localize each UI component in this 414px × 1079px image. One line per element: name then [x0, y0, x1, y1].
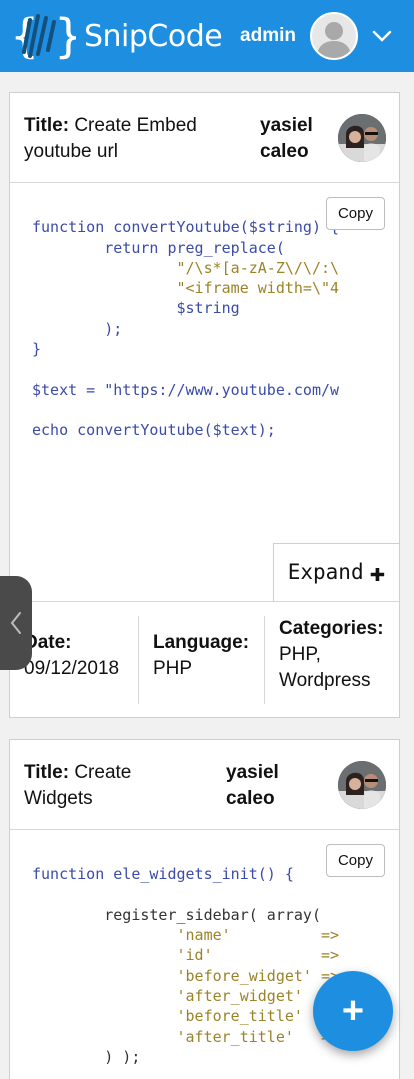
expand-label: Expand — [287, 560, 364, 585]
code-line: return preg_replace( — [32, 238, 285, 257]
code-block[interactable]: function convertYoutube($string) { retur… — [10, 183, 399, 601]
sidebar-toggle[interactable] — [0, 576, 32, 670]
copy-button[interactable]: Copy — [325, 844, 385, 877]
snippet-header: Title: Create Embed youtube url yasiel c… — [10, 93, 399, 183]
code-line: $string — [32, 299, 240, 318]
user-menu[interactable]: admin — [240, 0, 392, 72]
title-label: Title: — [24, 762, 70, 783]
author-avatar[interactable] — [338, 761, 386, 809]
language-value[interactable]: PHP — [153, 658, 192, 679]
snippet-title: Title: Create Embed youtube url — [24, 113, 244, 165]
code-line: } — [32, 340, 42, 359]
categories-value[interactable]: PHP, Wordpress — [279, 644, 371, 691]
code-line: 'id' => — [32, 946, 340, 965]
date-label: Date: — [24, 632, 72, 653]
language-field: Language: PHP — [138, 616, 264, 704]
code-line: "/\s*[a-zA-Z\/\/:\ — [32, 258, 340, 277]
add-snippet-button[interactable]: + — [313, 971, 393, 1051]
code-line: 'name' => — [32, 926, 340, 945]
author-avatar[interactable] — [338, 114, 386, 162]
author-name[interactable]: yasiel caleo — [226, 760, 306, 812]
snipcode-logo-icon: { } — [10, 9, 76, 63]
title-label: Title: — [24, 115, 70, 136]
brand-name: SnipCode — [84, 18, 223, 54]
chevron-down-icon[interactable] — [372, 29, 392, 43]
top-navbar: { } SnipCode admin — [0, 0, 414, 72]
svg-text:}: } — [54, 9, 76, 63]
date-value: 09/12/2018 — [24, 658, 120, 679]
snippet-card: Title: Create Embed youtube url yasiel c… — [9, 92, 400, 718]
username: admin — [240, 25, 296, 46]
copy-button[interactable]: Copy — [325, 197, 385, 230]
code-line: $text = "https://www.youtube.com/w — [32, 380, 340, 399]
code-line: ); — [32, 319, 123, 338]
chevron-left-icon — [10, 612, 21, 634]
expand-button[interactable]: Expand ✚ — [273, 543, 399, 601]
code-line: register_sidebar( array( — [32, 905, 321, 924]
snippet-meta: Date: 09/12/2018 Language: PHP Categorie… — [10, 601, 399, 717]
snippet-header: Title: Create Widgets yasiel caleo — [10, 740, 399, 830]
plus-icon: ✚ — [369, 557, 386, 588]
code-line: "<iframe width=\"4 — [32, 279, 340, 298]
code-line: echo convertYoutube($text); — [32, 421, 276, 440]
language-label: Language: — [153, 632, 250, 653]
categories-label: Categories: — [279, 618, 384, 639]
author-name[interactable]: yasiel caleo — [260, 113, 340, 165]
snippet-title: Title: Create Widgets — [24, 760, 204, 812]
plus-icon: + — [341, 989, 365, 1032]
brand-link[interactable]: { } SnipCode — [10, 8, 223, 64]
categories-field: Categories: PHP, Wordpress — [264, 616, 399, 704]
user-avatar-icon[interactable] — [310, 12, 358, 60]
